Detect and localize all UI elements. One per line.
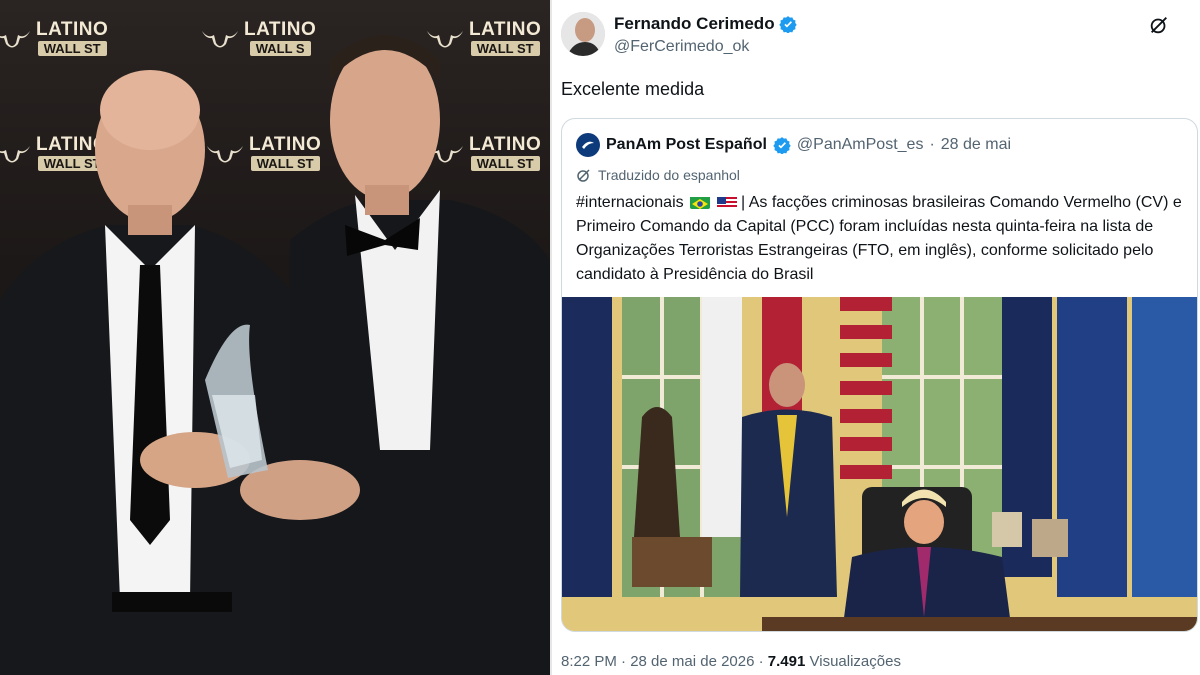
translated-label: Traduzido do espanhol	[598, 167, 740, 183]
quoted-avatar[interactable]	[576, 133, 600, 157]
tweet-text: Excelente medida	[561, 79, 705, 99]
quoted-text: #internacionais | As facções criminosas …	[576, 191, 1188, 287]
quoted-author-handle: @PanAmPost_es	[796, 136, 924, 153]
brazil-flag-icon	[690, 195, 711, 209]
hashtag-link[interactable]: #internacionais	[576, 194, 684, 211]
separator-dot: ·	[929, 136, 935, 153]
usa-flag-icon	[716, 195, 737, 209]
author-avatar[interactable]	[561, 12, 605, 56]
quoted-header: PanAm Post Español @PanAmPost_es · 28 de…	[576, 133, 1011, 157]
left-photo: LATINO WALL ST LATINO WALL S LATINO WALL ST…	[0, 0, 550, 675]
translate-icon	[577, 169, 590, 182]
quoted-tweet[interactable]: PanAm Post Español @PanAmPost_es · 28 de…	[561, 118, 1198, 632]
author-handle[interactable]: @FerCerimedo_ok	[614, 38, 749, 56]
views-label: Visualizações	[805, 653, 901, 670]
views-count: 7.491	[767, 653, 806, 670]
author-name[interactable]: Fernando Cerimedo	[614, 14, 775, 34]
panam-logo-icon	[582, 141, 594, 149]
verified-badge-icon	[778, 16, 797, 33]
avatar-icon	[561, 12, 605, 56]
tweet-meta: 8:22 PM · 28 de mai de 2026 · 7.491 Visu…	[561, 653, 901, 670]
two-men-with-award-illustration	[0, 35, 550, 675]
quoted-date: 28 de mai	[940, 136, 1012, 153]
verified-badge-icon	[773, 137, 791, 154]
author-name-row[interactable]: Fernando Cerimedo	[614, 14, 797, 34]
grok-icon[interactable]	[1148, 14, 1170, 36]
quoted-photo[interactable]	[562, 297, 1197, 631]
quoted-author-name[interactable]: PanAm Post Español	[606, 136, 767, 154]
tweet-timestamp[interactable]: 8:22 PM · 28 de mai de 2026 ·	[561, 653, 768, 670]
translated-indicator: Traduzido do espanhol	[576, 167, 740, 183]
oval-office-photo-illustration	[562, 297, 1197, 631]
tweet-card: Fernando Cerimedo @FerCerimedo_ok Excele…	[550, 0, 1200, 675]
